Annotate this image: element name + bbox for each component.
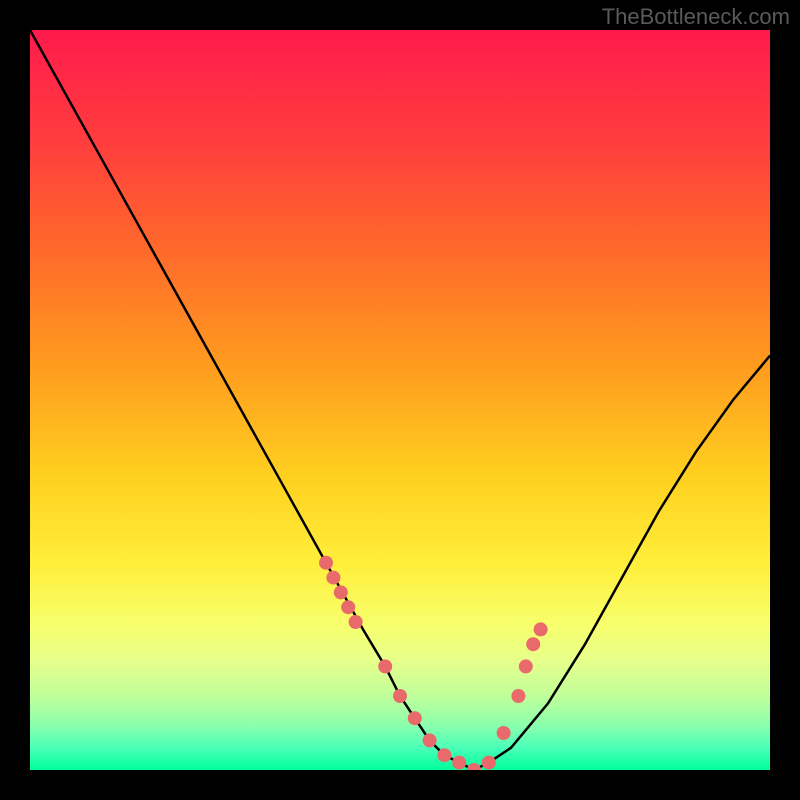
highlight-dot bbox=[467, 763, 481, 770]
highlight-dot bbox=[452, 756, 466, 770]
plot-area bbox=[30, 30, 770, 770]
highlight-dots bbox=[319, 556, 548, 770]
highlight-dot bbox=[511, 689, 525, 703]
bottleneck-curve bbox=[30, 30, 770, 770]
highlight-dot bbox=[393, 689, 407, 703]
highlight-dot bbox=[341, 600, 355, 614]
highlight-dot bbox=[519, 659, 533, 673]
highlight-dot bbox=[349, 615, 363, 629]
highlight-dot bbox=[378, 659, 392, 673]
watermark-text: TheBottleneck.com bbox=[602, 4, 790, 30]
highlight-dot bbox=[437, 748, 451, 762]
highlight-dot bbox=[326, 571, 340, 585]
highlight-dot bbox=[482, 756, 496, 770]
highlight-dot bbox=[423, 733, 437, 747]
highlight-dot bbox=[408, 711, 422, 725]
highlight-dot bbox=[334, 585, 348, 599]
highlight-dot bbox=[319, 556, 333, 570]
highlight-dot bbox=[534, 622, 548, 636]
highlight-dot bbox=[497, 726, 511, 740]
highlight-dot bbox=[526, 637, 540, 651]
chart-svg bbox=[30, 30, 770, 770]
